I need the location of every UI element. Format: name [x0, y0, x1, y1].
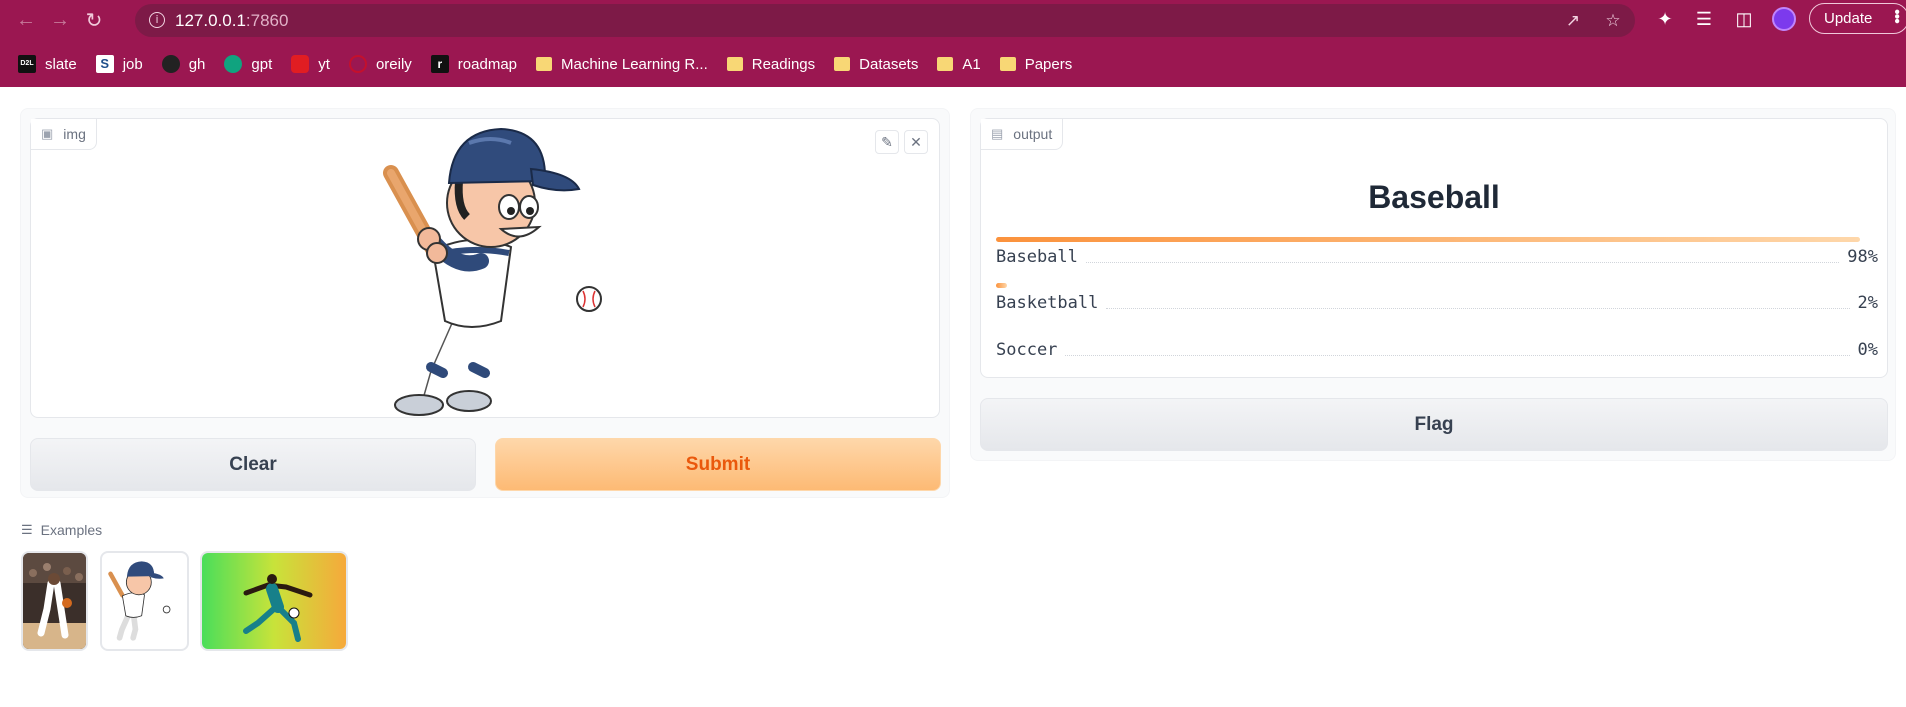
examples-label: Examples — [40, 522, 103, 538]
list-icon: ☰ — [21, 522, 33, 537]
soccer-player-image — [202, 553, 346, 649]
confidence-value: 0% — [1857, 340, 1878, 360]
bookmark-label: A1 — [962, 55, 981, 73]
bookmark-gpt[interactable]: gpt — [224, 55, 272, 73]
image-input-label: ▣ img — [31, 119, 97, 150]
bookmark-job[interactable]: S job — [95, 55, 143, 73]
bookmark-label: roadmap — [457, 55, 517, 73]
bookmark-folder-a1[interactable]: A1 — [937, 55, 981, 73]
example-thumbnail-baseball[interactable] — [100, 551, 189, 651]
examples-header: ☰ Examples — [21, 522, 102, 538]
back-arrow-icon[interactable]: ← — [9, 4, 43, 38]
edit-pencil-icon[interactable]: ✎ — [875, 130, 899, 154]
bookmark-label: gh — [188, 55, 206, 73]
folder-icon — [937, 57, 954, 71]
submit-button[interactable]: Submit — [495, 438, 941, 491]
basketball-player-image — [23, 553, 86, 649]
bookmark-label: gpt — [251, 55, 273, 73]
update-label: Update — [1824, 10, 1873, 27]
image-input-block[interactable]: ▣ img ✎ ✕ — [30, 118, 940, 418]
output-label-text: output — [1013, 126, 1053, 142]
url-host: 127.0.0.1 — [175, 10, 246, 30]
github-icon — [161, 55, 180, 73]
bookmark-label: slate — [45, 55, 77, 73]
bookmark-label: Readings — [751, 55, 816, 73]
folder-icon — [999, 57, 1016, 71]
submit-button-label: Submit — [685, 453, 751, 475]
confidence-bar — [996, 237, 1861, 242]
close-icon[interactable]: ✕ — [904, 130, 928, 154]
bookmark-gh[interactable]: gh — [161, 55, 206, 73]
bookmark-folder-readings[interactable]: Readings — [726, 55, 816, 73]
bookmark-label: Machine Learning R... — [561, 55, 708, 73]
browser-chrome: ← → ↻ i 127.0.0.1:7860 ↗ ☆ ✦ ☰ ◫ Update … — [0, 0, 1906, 87]
reload-icon[interactable]: ↻ — [77, 4, 111, 38]
label-output-block: ▤ output Baseball Baseball 98% Basketbal… — [980, 118, 1888, 378]
confidence-value: 2% — [1857, 293, 1878, 313]
d2l-icon: D2L — [18, 55, 36, 73]
bookmark-label: Datasets — [859, 55, 919, 73]
confidence-row: Soccer 0% — [996, 330, 1878, 360]
image-icon: ▣ — [41, 126, 54, 141]
flag-button[interactable]: Flag — [980, 398, 1888, 451]
menu-kebab-icon[interactable]: ••• — [1888, 9, 1905, 23]
folder-icon — [834, 57, 851, 71]
url-port: :7860 — [245, 10, 289, 30]
uploaded-image-baseball-player — [383, 127, 602, 416]
update-button[interactable]: Update ••• — [1809, 3, 1906, 34]
clear-button[interactable]: Clear — [30, 438, 476, 491]
bookmark-label: job — [122, 55, 143, 73]
seek-icon: S — [95, 55, 114, 73]
reading-list-icon[interactable]: ☰ — [1693, 8, 1715, 30]
bookmark-slate[interactable]: D2L slate — [18, 55, 77, 73]
bookmark-folder-papers[interactable]: Papers — [999, 55, 1073, 73]
confidence-value: 98% — [1847, 247, 1878, 267]
confidence-label: Baseball — [996, 247, 1078, 267]
clear-button-label: Clear — [229, 453, 277, 475]
extensions-puzzle-icon[interactable]: ✦ — [1654, 8, 1676, 30]
confidence-bar — [996, 283, 1008, 288]
leader-dots — [1065, 355, 1850, 356]
confidence-row: Baseball 98% — [996, 237, 1878, 267]
roadmap-icon: r — [430, 55, 449, 73]
confidence-row: Basketball 2% — [996, 283, 1878, 313]
bookmark-folder-datasets[interactable]: Datasets — [834, 56, 918, 73]
address-bar[interactable]: i 127.0.0.1:7860 ↗ ☆ — [135, 4, 1635, 37]
side-panel-icon[interactable]: ◫ — [1733, 8, 1755, 30]
oreilly-icon — [348, 55, 367, 73]
bookmarks-bar: D2L slate S job gh gpt yt oreily r roadm… — [0, 50, 1091, 78]
bookmark-label: oreily — [375, 55, 412, 73]
leader-dots — [1106, 308, 1850, 309]
predicted-label: Baseball — [1368, 179, 1500, 215]
bookmark-folder-machine-learning[interactable]: Machine Learning R... — [536, 56, 708, 73]
output-panel: ▤ output Baseball Baseball 98% Basketbal… — [970, 108, 1896, 461]
output-label: ▤ output — [981, 119, 1064, 150]
example-thumbnail-soccer[interactable] — [200, 551, 348, 651]
bookmark-label: Papers — [1024, 55, 1073, 73]
bookmark-roadmap[interactable]: r roadmap — [430, 55, 517, 73]
bookmark-label: yt — [318, 55, 330, 73]
flag-button-label: Flag — [1414, 413, 1454, 435]
bookmark-oreily[interactable]: oreily — [348, 55, 412, 73]
bookmark-star-icon[interactable]: ☆ — [1602, 10, 1624, 32]
baseball-player-image — [102, 559, 187, 643]
profile-avatar[interactable] — [1772, 7, 1796, 31]
image-input-label-text: img — [63, 126, 86, 142]
input-panel: ▣ img ✎ ✕ Clear Submit — [20, 108, 950, 498]
forward-arrow-icon[interactable]: → — [43, 4, 77, 38]
confidence-label: Basketball — [996, 293, 1099, 313]
site-info-icon[interactable]: i — [149, 12, 165, 28]
example-thumbnail-basketball[interactable] — [21, 551, 88, 651]
confidence-label: Soccer — [996, 340, 1058, 360]
youtube-icon — [291, 55, 310, 73]
folder-icon — [726, 57, 743, 71]
bookmark-yt[interactable]: yt — [291, 55, 330, 73]
folder-icon — [536, 57, 552, 71]
share-icon[interactable]: ↗ — [1562, 10, 1584, 32]
openai-icon — [224, 55, 243, 73]
leader-dots — [1085, 262, 1840, 263]
label-output-icon: ▤ — [991, 126, 1004, 141]
